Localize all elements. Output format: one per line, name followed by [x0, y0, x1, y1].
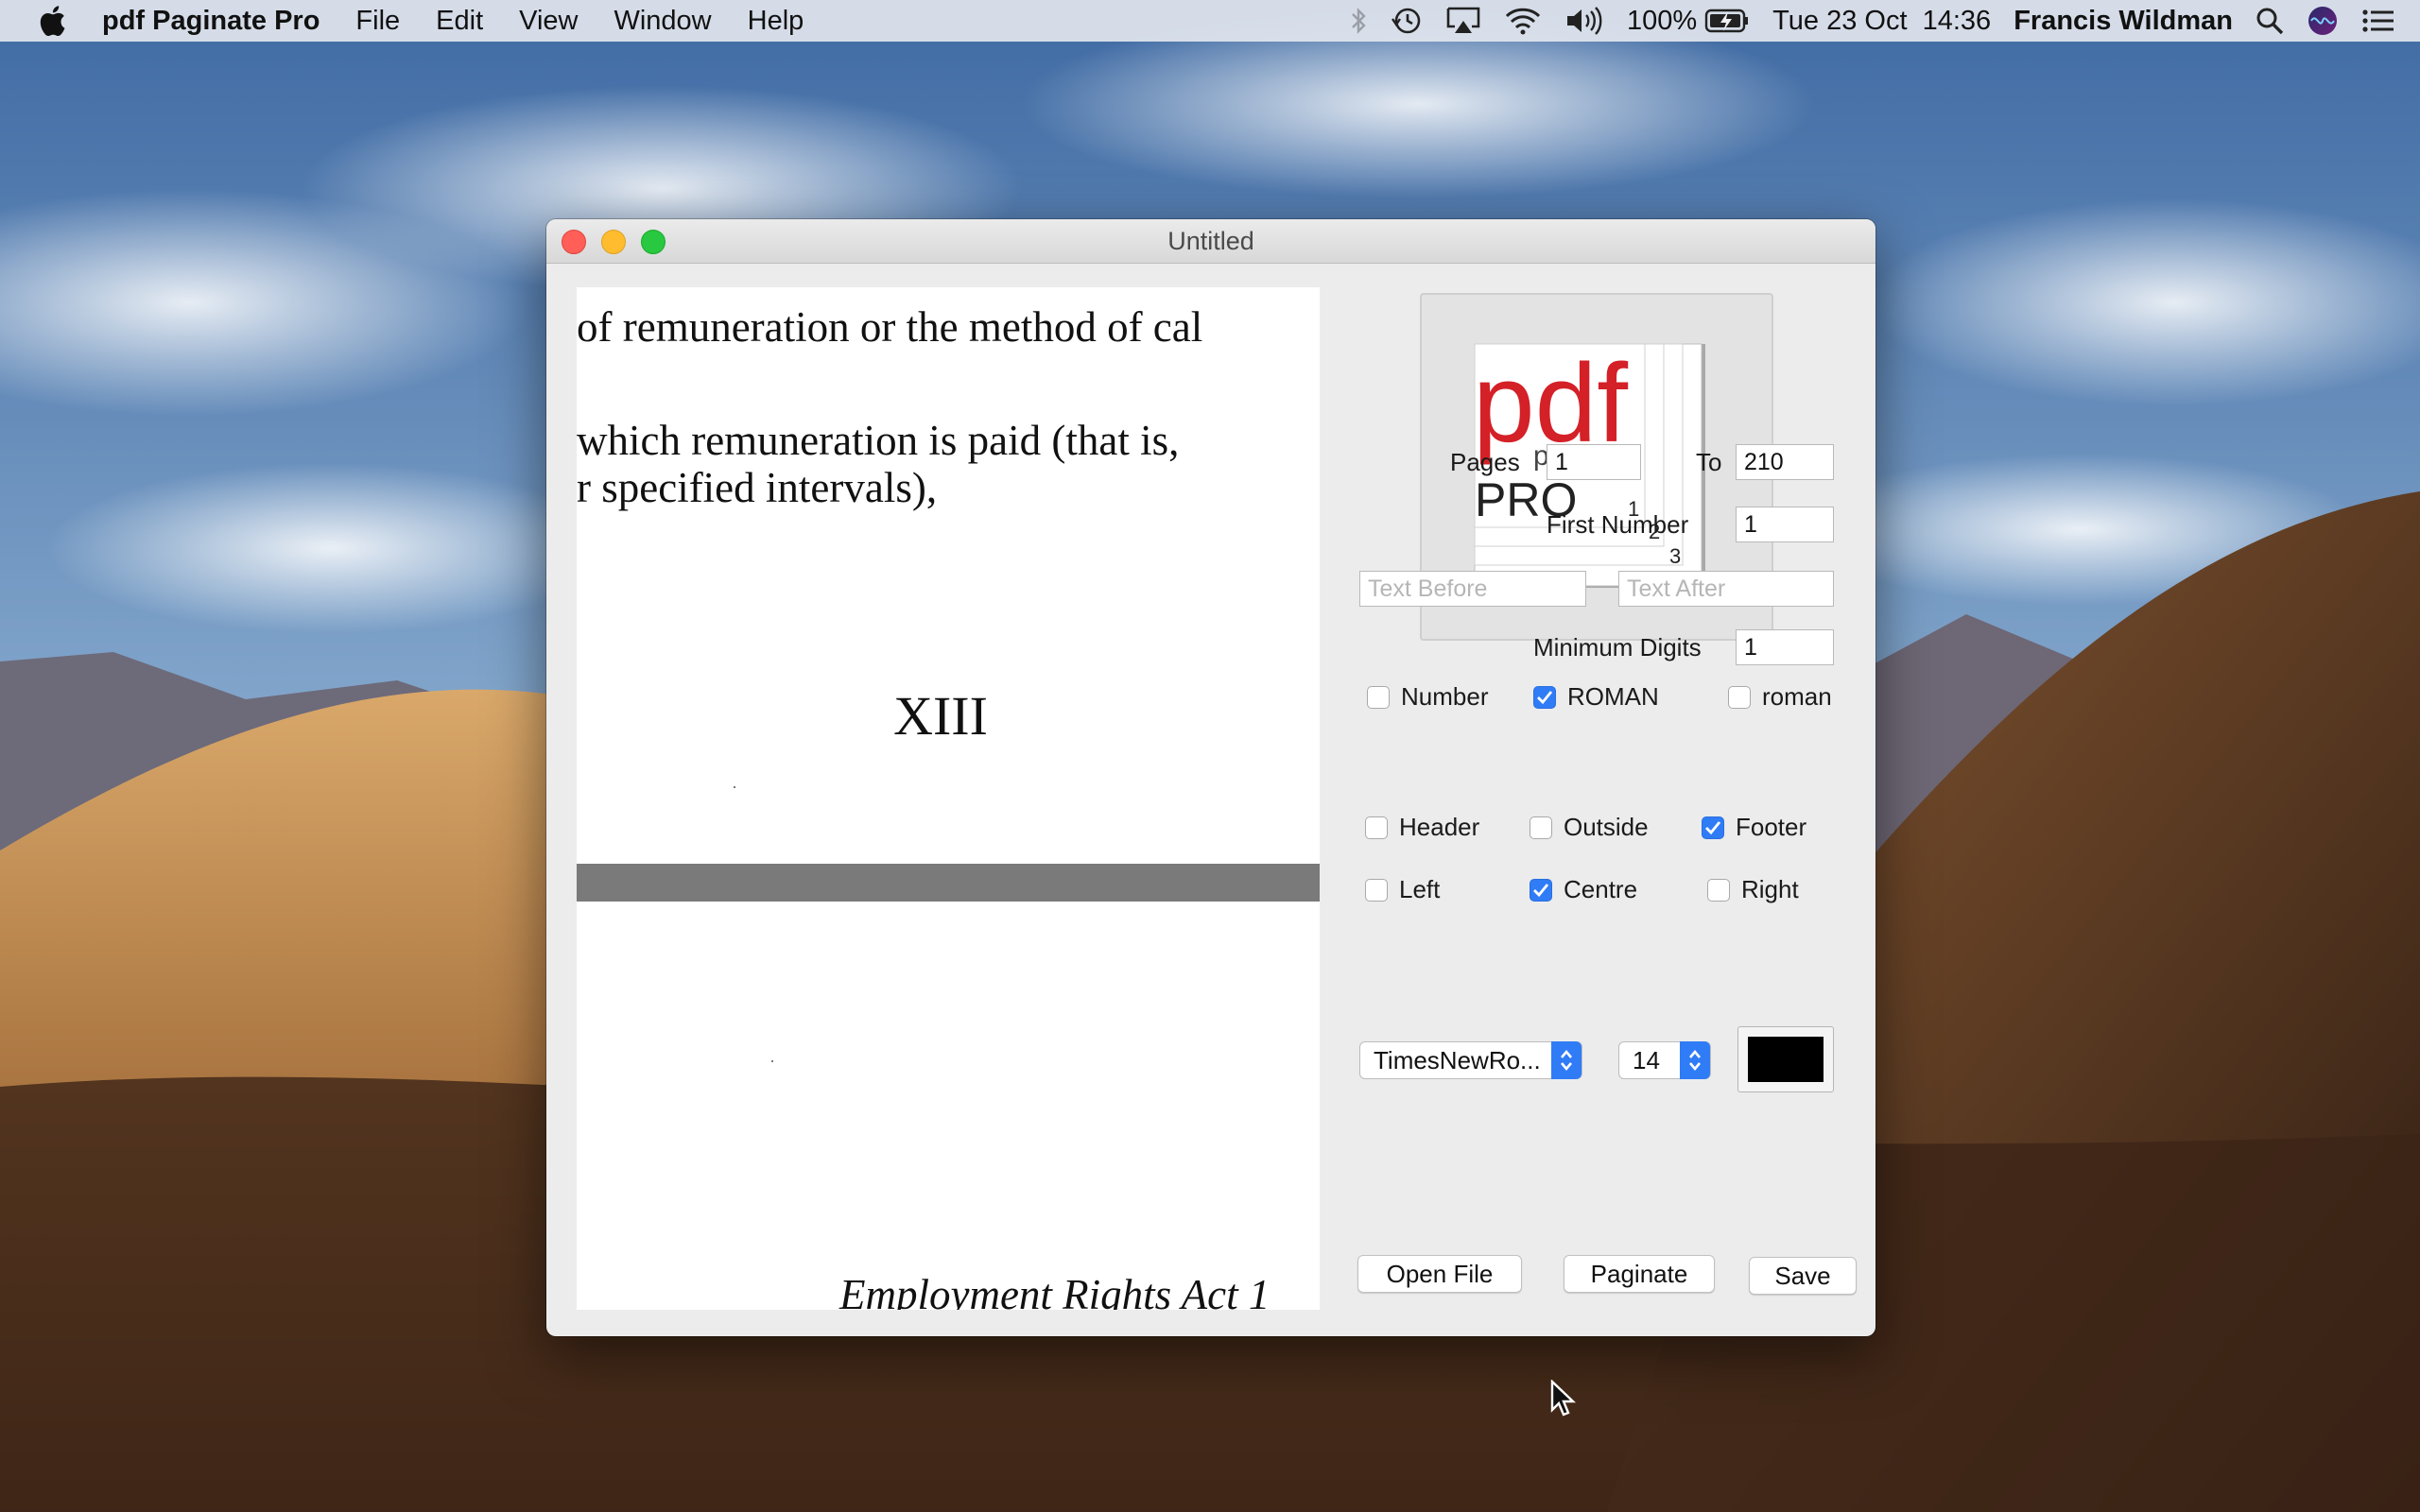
menu-window[interactable]: Window — [614, 6, 711, 37]
preview-text-line: which remuneration is paid (that is, — [577, 417, 1180, 464]
time-machine-icon[interactable] — [1391, 6, 1423, 36]
menu-bar: pdf Paginate Pro File Edit View Window H… — [0, 0, 2420, 42]
text-color-well[interactable] — [1737, 1026, 1834, 1092]
preview-text-line: r specified intervals), — [577, 464, 938, 511]
battery-icon[interactable] — [1704, 8, 1750, 34]
bluetooth-icon[interactable] — [1349, 7, 1368, 35]
centre-checkbox-label: Centre — [1564, 875, 1638, 903]
roman-lowercase-checkbox[interactable]: roman — [1728, 682, 1832, 712]
font-popup-value: TimesNewRo... — [1374, 1045, 1541, 1074]
color-swatch — [1748, 1037, 1824, 1082]
airplay-icon[interactable] — [1445, 6, 1481, 36]
app-menu[interactable]: pdf Paginate Pro — [102, 6, 320, 37]
preview-footer-text: Employment Rights Act 1 — [839, 1271, 1270, 1310]
checkbox-checked-box — [1533, 685, 1556, 709]
font-size-popup[interactable]: 14 — [1618, 1041, 1711, 1079]
first-number-label: First Number — [1547, 510, 1689, 539]
text-after-field[interactable] — [1618, 571, 1834, 607]
zoom-window-button[interactable] — [641, 230, 666, 254]
text-before-field[interactable] — [1359, 571, 1586, 607]
roman-lowercase-label: roman — [1762, 682, 1832, 711]
to-label: To — [1696, 448, 1722, 476]
pdf-preview[interactable]: of remuneration or the method of cal whi… — [577, 287, 1320, 1310]
roman-uppercase-checkbox[interactable]: ROMAN — [1533, 682, 1659, 712]
checkbox-box — [1707, 878, 1730, 902]
volume-icon[interactable] — [1564, 6, 1604, 36]
battery-percentage[interactable]: 100% — [1627, 6, 1697, 37]
window-titlebar[interactable]: Untitled — [546, 219, 1876, 264]
logo-digit: 3 — [1669, 544, 1681, 568]
footer-checkbox-label: Footer — [1736, 813, 1807, 841]
minimum-digits-field[interactable] — [1736, 629, 1834, 665]
left-checkbox[interactable]: Left — [1365, 875, 1440, 904]
checkbox-checked-box — [1530, 878, 1552, 902]
checkmark-icon — [1705, 820, 1721, 834]
open-file-button[interactable]: Open File — [1357, 1255, 1522, 1293]
user-name[interactable]: Francis Wildman — [2014, 6, 2233, 37]
roman-uppercase-label: ROMAN — [1567, 682, 1659, 711]
up-down-chevron-icon — [1680, 1041, 1710, 1079]
close-window-button[interactable] — [562, 230, 586, 254]
apple-menu-icon[interactable] — [34, 3, 70, 39]
checkmark-icon — [1533, 883, 1549, 897]
number-checkbox-label: Number — [1401, 682, 1489, 711]
window-title: Untitled — [1167, 226, 1254, 255]
up-down-chevron-icon — [1551, 1041, 1582, 1079]
menu-file[interactable]: File — [355, 6, 400, 37]
checkbox-box — [1365, 816, 1388, 839]
preview-page-number: XIII — [893, 685, 988, 747]
page-separator — [577, 864, 1320, 902]
number-checkbox[interactable]: Number — [1367, 682, 1488, 712]
header-checkbox[interactable]: Header — [1365, 813, 1479, 842]
centre-checkbox[interactable]: Centre — [1530, 875, 1637, 904]
spotlight-search-icon[interactable] — [2256, 7, 2284, 35]
siri-icon[interactable] — [2307, 5, 2339, 37]
wifi-icon[interactable] — [1504, 6, 1542, 36]
minimum-digits-label: Minimum Digits — [1533, 633, 1702, 662]
pages-label: Pages — [1450, 448, 1520, 476]
footer-checkbox[interactable]: Footer — [1702, 813, 1806, 842]
right-checkbox[interactable]: Right — [1707, 875, 1799, 904]
preview-text-line: of remuneration or the method of cal — [577, 303, 1203, 351]
checkbox-box — [1728, 685, 1751, 709]
preview-speck — [734, 786, 735, 788]
checkbox-box — [1367, 685, 1390, 709]
font-size-value: 14 — [1633, 1045, 1660, 1074]
first-number-field[interactable] — [1736, 507, 1834, 542]
header-checkbox-label: Header — [1399, 813, 1480, 841]
outside-checkbox-label: Outside — [1564, 813, 1649, 841]
checkbox-box — [1365, 878, 1388, 902]
menu-edit[interactable]: Edit — [436, 6, 483, 37]
right-checkbox-label: Right — [1741, 875, 1799, 903]
clock[interactable]: Tue 23 Oct 14:36 — [1772, 6, 1991, 37]
pages-to-field[interactable] — [1736, 444, 1834, 480]
paginate-button[interactable]: Paginate — [1564, 1255, 1715, 1293]
preview-speck — [771, 1060, 773, 1062]
checkbox-box — [1530, 816, 1552, 839]
outside-checkbox[interactable]: Outside — [1530, 813, 1649, 842]
minimize-window-button[interactable] — [601, 230, 626, 254]
mouse-pointer-icon — [1550, 1379, 1577, 1422]
checkmark-icon — [1537, 690, 1553, 704]
checkbox-checked-box — [1702, 816, 1724, 839]
left-checkbox-label: Left — [1399, 875, 1441, 903]
notification-center-icon[interactable] — [2361, 8, 2395, 34]
app-window: Untitled of remuneration or the method o… — [546, 219, 1876, 1336]
font-popup[interactable]: TimesNewRo... — [1359, 1041, 1582, 1079]
save-button[interactable]: Save — [1749, 1257, 1857, 1295]
menu-view[interactable]: View — [519, 6, 578, 37]
pages-from-field[interactable] — [1547, 444, 1641, 480]
menu-help[interactable]: Help — [748, 6, 804, 37]
